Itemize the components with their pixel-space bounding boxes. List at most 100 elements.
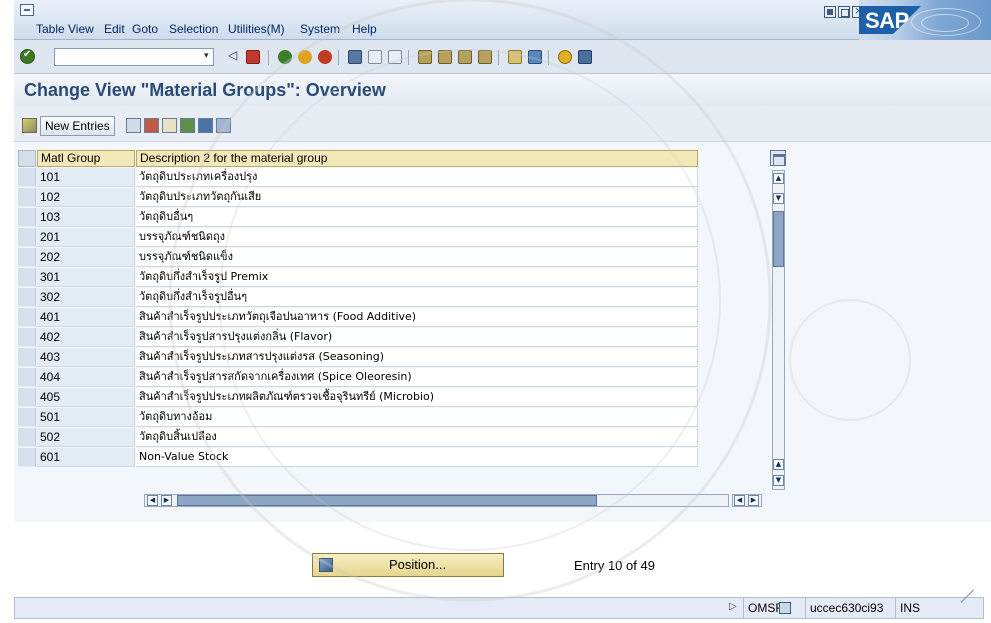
menu-utilities[interactable]: Utilities(M) bbox=[228, 22, 285, 36]
previous-page-icon[interactable] bbox=[438, 50, 452, 64]
command-history-icon[interactable]: ▾ bbox=[204, 51, 209, 61]
table-row: 102 วัตถุดิบประเภทวัตถุกันเสีย bbox=[18, 188, 698, 207]
description-cell[interactable]: สินค้าสำเร็จรูปประเภทสารปรุงแต่งรส (Seas… bbox=[136, 348, 698, 367]
menu-system[interactable]: System bbox=[300, 22, 340, 36]
help-icon[interactable] bbox=[558, 50, 572, 64]
sap-logo-text: SAP bbox=[865, 8, 909, 33]
table-row: 302 วัตถุดิบกึ่งสำเร็จรูปอื่นๆ bbox=[18, 288, 698, 307]
scroll-left-icon[interactable]: ◀ bbox=[147, 495, 158, 506]
last-page-icon[interactable] bbox=[478, 50, 492, 64]
scroll-up-icon[interactable]: ▲ bbox=[773, 173, 784, 184]
row-selector[interactable] bbox=[18, 388, 36, 407]
find-icon[interactable] bbox=[368, 50, 382, 64]
display-change-icon[interactable] bbox=[22, 118, 37, 133]
shortcut-icon[interactable] bbox=[528, 50, 542, 64]
layout-menu-icon[interactable] bbox=[578, 50, 592, 64]
first-page-icon[interactable] bbox=[418, 50, 432, 64]
scroll-left-icon[interactable]: ◀ bbox=[734, 495, 745, 506]
column-header-matl-group[interactable]: Matl Group bbox=[37, 150, 135, 167]
command-field[interactable] bbox=[54, 48, 214, 66]
deselect-all-icon[interactable] bbox=[216, 118, 231, 133]
description-cell[interactable]: Non-Value Stock bbox=[136, 448, 698, 467]
window-menu-icon[interactable] bbox=[20, 4, 34, 16]
next-page-icon[interactable] bbox=[458, 50, 472, 64]
description-cell[interactable]: บรรจุภัณฑ์ชนิดแข็ง bbox=[136, 248, 698, 267]
row-selector[interactable] bbox=[18, 208, 36, 227]
maximize-icon[interactable] bbox=[838, 6, 850, 18]
select-all-icon[interactable] bbox=[180, 118, 195, 133]
description-cell[interactable]: วัตถุดิบกึ่งสำเร็จรูป Premix bbox=[136, 268, 698, 287]
previous-icon[interactable]: ◁ bbox=[228, 48, 242, 62]
select-all-rows-button[interactable] bbox=[18, 150, 36, 167]
description-cell[interactable]: วัตถุดิบกึ่งสำเร็จรูปอื่นๆ bbox=[136, 288, 698, 307]
matl-group-cell: 403 bbox=[37, 348, 135, 367]
row-selector[interactable] bbox=[18, 308, 36, 327]
menu-table-view[interactable]: Table View bbox=[36, 22, 94, 36]
scroll-right-icon[interactable]: ▶ bbox=[748, 495, 759, 506]
row-selector[interactable] bbox=[18, 288, 36, 307]
horizontal-scrollbar[interactable]: ◀ ▶ bbox=[144, 494, 729, 507]
scroll-down-icon[interactable]: ▼ bbox=[773, 193, 784, 204]
print-icon[interactable] bbox=[348, 50, 362, 64]
row-selector[interactable] bbox=[18, 248, 36, 267]
row-selector[interactable] bbox=[18, 368, 36, 387]
vertical-scrollbar[interactable]: ▲ ▼ ▲ ▼ bbox=[772, 170, 785, 490]
row-selector[interactable] bbox=[18, 408, 36, 427]
table-row: 202 บรรจุภัณฑ์ชนิดแข็ง bbox=[18, 248, 698, 267]
row-selector[interactable] bbox=[18, 328, 36, 347]
find-next-icon[interactable] bbox=[388, 50, 402, 64]
undo-change-icon[interactable] bbox=[162, 118, 177, 133]
menu-goto[interactable]: Goto bbox=[132, 22, 158, 36]
save-icon[interactable] bbox=[246, 50, 260, 64]
scroll-right-icon[interactable]: ▶ bbox=[161, 495, 172, 506]
column-header-description[interactable]: Description 2 for the material group bbox=[136, 150, 698, 167]
matl-group-cell: 302 bbox=[37, 288, 135, 307]
create-session-icon[interactable] bbox=[508, 50, 522, 64]
row-selector[interactable] bbox=[18, 428, 36, 447]
description-cell[interactable]: วัตถุดิบประเภทเครื่องปรุง bbox=[136, 168, 698, 187]
new-entries-button[interactable]: New Entries bbox=[40, 116, 115, 136]
description-cell[interactable]: สินค้าสำเร็จรูปสารสกัดจากเครื่องเทศ (Spi… bbox=[136, 368, 698, 387]
row-selector[interactable] bbox=[18, 188, 36, 207]
cancel-icon[interactable] bbox=[318, 50, 332, 64]
menu-selection[interactable]: Selection bbox=[169, 22, 218, 36]
row-selector[interactable] bbox=[18, 228, 36, 247]
enter-check-icon[interactable] bbox=[20, 49, 35, 64]
description-cell[interactable]: วัตถุดิบสิ้นเปลือง bbox=[136, 428, 698, 447]
horizontal-scrollbar-fixed[interactable]: ◀ ▶ bbox=[732, 494, 762, 507]
select-block-icon[interactable] bbox=[198, 118, 213, 133]
menu-edit[interactable]: Edit bbox=[104, 22, 125, 36]
position-button[interactable]: Position... bbox=[312, 553, 504, 577]
vertical-scroll-thumb[interactable] bbox=[773, 211, 784, 267]
row-selector[interactable] bbox=[18, 268, 36, 287]
delete-icon[interactable] bbox=[144, 118, 159, 133]
description-cell[interactable]: สินค้าสำเร็จรูปสารปรุงแต่งกลิ่น (Flavor) bbox=[136, 328, 698, 347]
insert-mode[interactable]: INS bbox=[895, 598, 931, 618]
table-row: 103 วัตถุดิบอื่นๆ bbox=[18, 208, 698, 227]
status-message-area[interactable] bbox=[15, 598, 723, 618]
table-settings-icon[interactable] bbox=[770, 150, 786, 166]
scroll-page-up-icon[interactable]: ▲ bbox=[773, 459, 784, 470]
resize-grip-icon[interactable] bbox=[955, 600, 983, 616]
server-name[interactable]: uccec630ci93 bbox=[805, 598, 895, 618]
exit-icon[interactable] bbox=[298, 50, 312, 64]
menu-help[interactable]: Help bbox=[352, 22, 377, 36]
scroll-page-down-icon[interactable]: ▼ bbox=[773, 475, 784, 486]
description-cell[interactable]: สินค้าสำเร็จรูปประเภทผลิตภัณฑ์ตรวจเชื้อจ… bbox=[136, 388, 698, 407]
row-selector[interactable] bbox=[18, 168, 36, 187]
row-selector[interactable] bbox=[18, 448, 36, 467]
system-name[interactable]: OMSF bbox=[743, 598, 803, 618]
horizontal-scroll-thumb[interactable] bbox=[177, 495, 597, 506]
copy-as-icon[interactable] bbox=[126, 118, 141, 133]
description-cell[interactable]: วัตถุดิบอื่นๆ bbox=[136, 208, 698, 227]
description-cell[interactable]: วัตถุดิบทางอ้อม bbox=[136, 408, 698, 427]
system-info-icon[interactable] bbox=[779, 602, 791, 614]
minimize-icon[interactable] bbox=[824, 6, 836, 18]
back-icon[interactable] bbox=[278, 50, 292, 64]
description-cell[interactable]: วัตถุดิบประเภทวัตถุกันเสีย bbox=[136, 188, 698, 207]
row-selector[interactable] bbox=[18, 348, 36, 367]
description-cell[interactable]: บรรจุภัณฑ์ชนิดถุง bbox=[136, 228, 698, 247]
description-cell[interactable]: สินค้าสำเร็จรูปประเภทวัตถุเจือปนอาหาร (F… bbox=[136, 308, 698, 327]
matl-group-cell: 405 bbox=[37, 388, 135, 407]
status-expand-icon[interactable]: ▷ bbox=[729, 601, 737, 612]
